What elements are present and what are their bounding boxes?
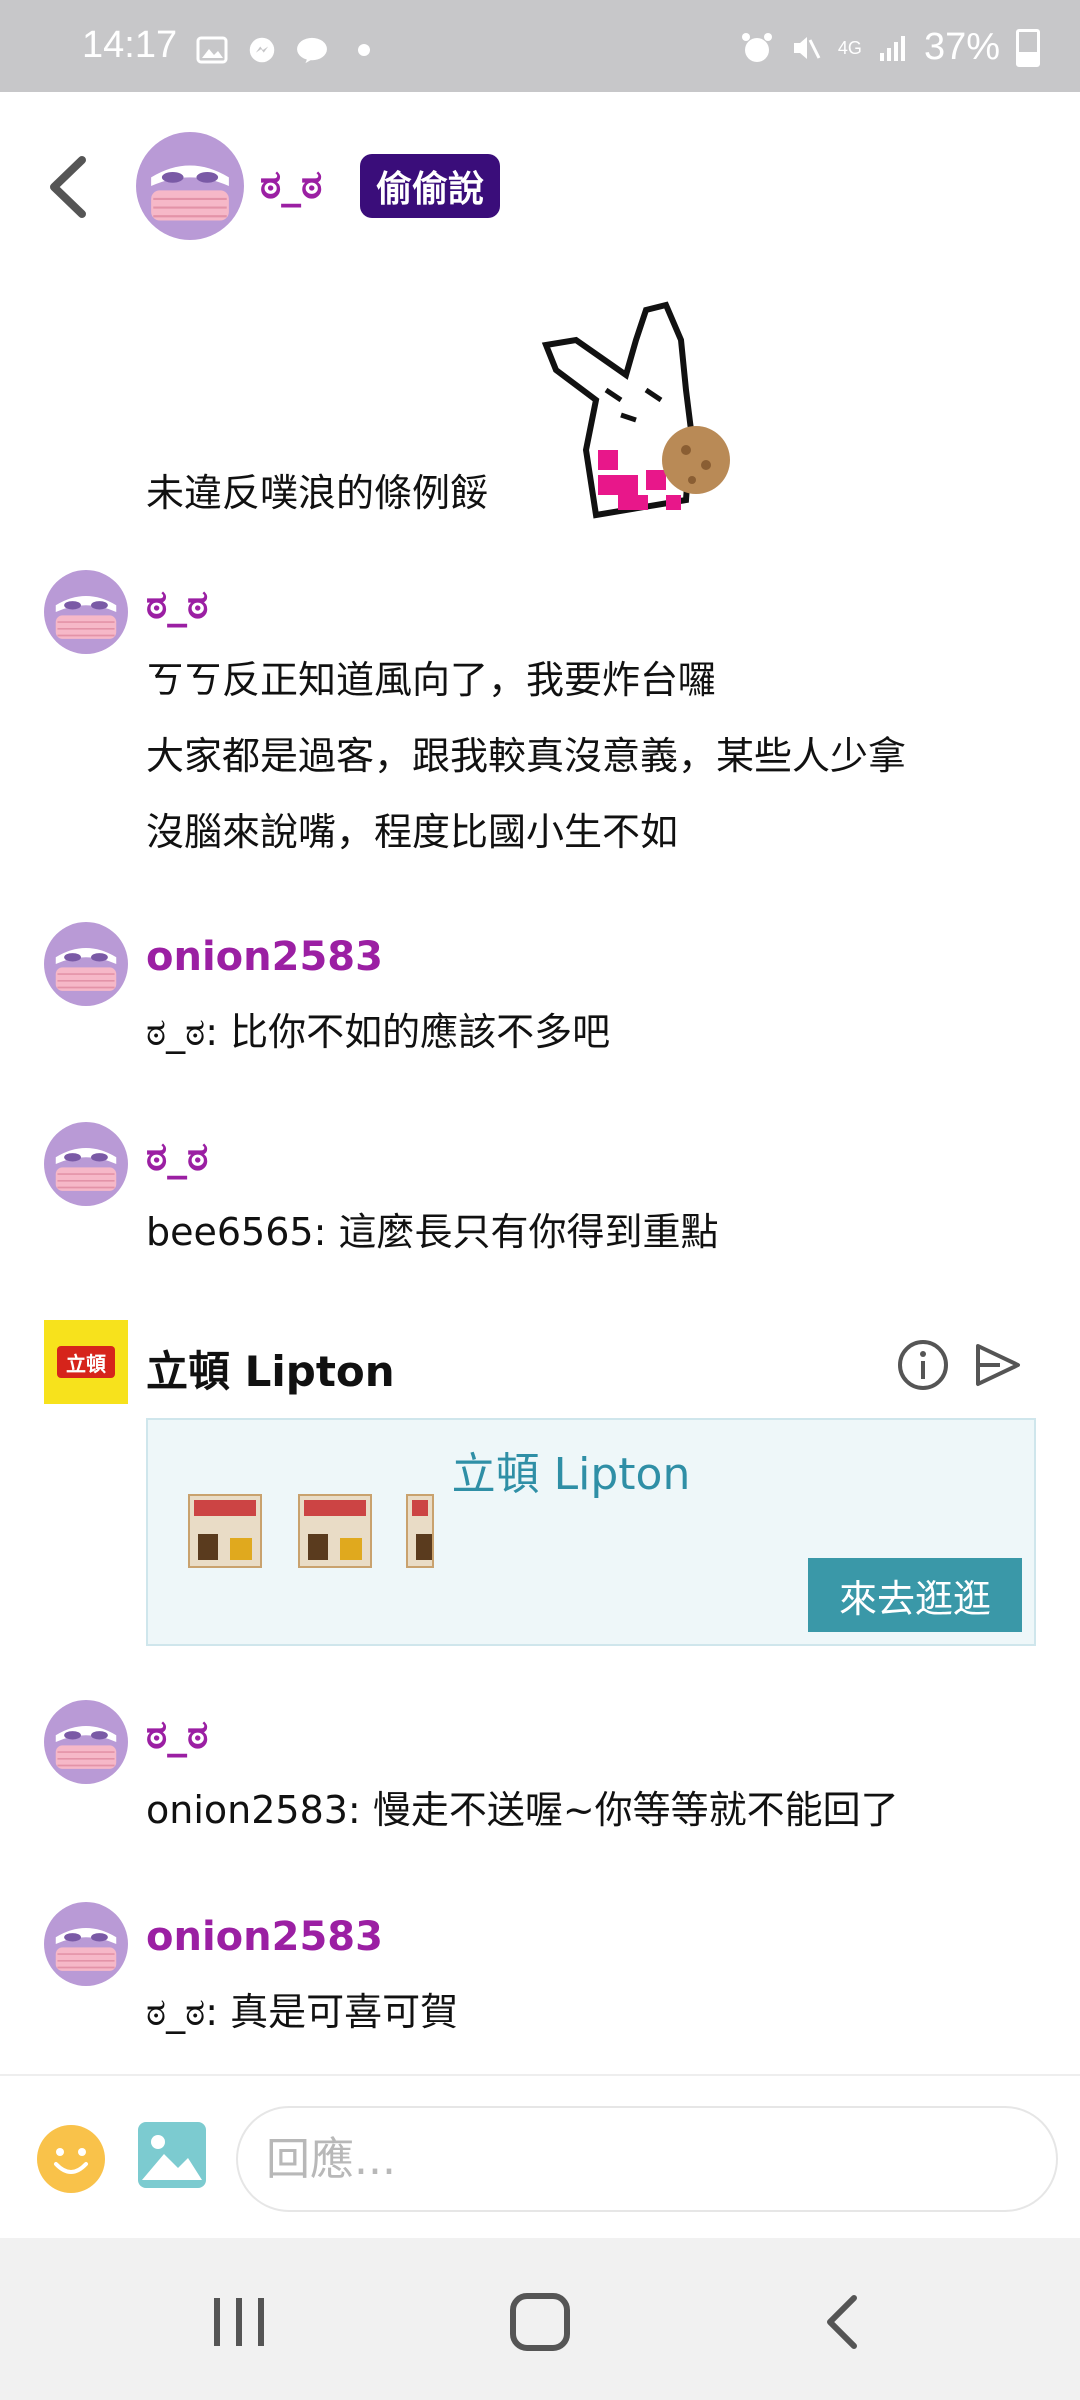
lipton-logo[interactable]: 立頓 — [44, 1320, 128, 1404]
responder-avatar[interactable] — [44, 1122, 128, 1206]
response-line: ㄎㄎ反正知道風向了，我要炸台囉 — [146, 658, 717, 702]
mute-icon — [793, 36, 821, 59]
ad-title[interactable]: 立頓 Lipton — [146, 1338, 395, 1399]
plurk-header: ಠ_ಠ 偷偷說 — [0, 92, 1080, 282]
line-icon — [297, 37, 327, 64]
battery-icon — [1016, 28, 1040, 67]
author-name[interactable]: ಠ_ಠ — [260, 162, 322, 208]
ad-info-icon[interactable] — [896, 1338, 950, 1392]
responder-avatar[interactable] — [44, 1700, 128, 1784]
response-text: ㄎㄎ反正知道風向了，我要炸台囉 大家都是過客，跟我較真沒意義，某些人少拿 沒腦來… — [146, 642, 906, 870]
response-text: ಠ_ಠ: 真是可喜可賀 — [146, 1974, 458, 2050]
ad-share-icon[interactable] — [970, 1338, 1026, 1392]
responder-name[interactable]: ಠ_ಠ — [146, 1712, 208, 1758]
visit-shop-button[interactable]: 來去逛逛 — [808, 1558, 1022, 1632]
messenger-icon — [249, 37, 275, 63]
response-line: bee6565: 這麼長只有你得到重點 — [146, 1210, 719, 1254]
response-line: ಠ_ಠ: 真是可喜可賀 — [146, 1990, 459, 2034]
product-thumbnail[interactable] — [406, 1494, 434, 1568]
anonymous-tag: 偷偷說 — [360, 154, 501, 218]
emoji-button[interactable] — [36, 2124, 106, 2194]
responder-avatar[interactable] — [44, 922, 128, 1006]
network-type: 4G — [837, 37, 862, 58]
responder-name[interactable]: onion2583 — [146, 934, 383, 980]
system-indicators: 4G 37% — [740, 26, 1040, 69]
battery-percent: 37% — [923, 26, 1000, 68]
system-nav-bar — [0, 2238, 1080, 2400]
response-item: ಠ_ಠ ㄎㄎ反正知道風向了，我要炸台囉 大家都是過客，跟我較真沒意義，某些人少拿… — [0, 570, 1080, 880]
response-line: ಠ_ಠ: 比你不如的應該不多吧 — [146, 1010, 611, 1054]
response-item: ಠ_ಠ bee6565: 這麼長只有你得到重點 — [0, 1122, 1080, 1272]
sponsored-ad: 立頓 立頓 Lipton 立頓 Lipton 來去逛逛 — [0, 1320, 1080, 1650]
response-item: onion2583 ಠ_ಠ: 比你不如的應該不多吧 — [0, 922, 1080, 1072]
notification-icons — [196, 36, 370, 64]
status-time: 14:17 — [82, 24, 178, 66]
plurk-text: 未違反噗浪的條例餒 — [146, 471, 489, 515]
reply-composer — [0, 2074, 1080, 2240]
product-thumbnail[interactable] — [188, 1494, 262, 1568]
response-line: 沒腦來說嘴，程度比國小生不如 — [146, 810, 679, 854]
responder-name[interactable]: ಠ_ಠ — [146, 582, 208, 628]
signal-icon — [879, 35, 905, 61]
response-text: bee6565: 這麼長只有你得到重點 — [146, 1194, 718, 1270]
response-item: onion2583 ಠ_ಠ: 真是可喜可賀 — [0, 1902, 1080, 2052]
gallery-icon — [196, 36, 228, 64]
back-button[interactable] — [40, 152, 100, 222]
responder-avatar[interactable] — [44, 1902, 128, 1986]
responder-name[interactable]: onion2583 — [146, 1914, 383, 1960]
author-avatar[interactable] — [136, 132, 244, 240]
more-notifications-dot — [358, 44, 370, 56]
reply-input[interactable] — [236, 2106, 1058, 2212]
product-thumbnail[interactable] — [298, 1494, 372, 1568]
lipton-logo-text: 立頓 — [57, 1346, 115, 1378]
response-text: onion2583: 慢走不送喔~你等等就不能回了 — [146, 1772, 899, 1848]
home-button[interactable] — [505, 2292, 575, 2352]
ad-card-title: 立頓 Lipton — [451, 1449, 691, 1500]
response-line: 大家都是過客，跟我較真沒意義，某些人少拿 — [146, 734, 907, 778]
image-upload-button[interactable] — [136, 2120, 208, 2190]
response-line: onion2583: 慢走不送喔~你等等就不能回了 — [146, 1788, 899, 1832]
recent-apps-button[interactable] — [204, 2292, 274, 2352]
responder-avatar[interactable] — [44, 570, 128, 654]
status-bar: 14:17 4G 37% — [0, 0, 1080, 92]
back-nav-button[interactable] — [808, 2292, 878, 2352]
rabbit-sticker-image — [541, 301, 730, 519]
response-item: ಠ_ಠ onion2583: 慢走不送喔~你等等就不能回了 — [0, 1700, 1080, 1850]
ad-card[interactable]: 立頓 Lipton 來去逛逛 — [146, 1418, 1036, 1646]
alarm-icon — [741, 32, 772, 62]
responder-name[interactable]: ಠ_ಠ — [146, 1134, 208, 1180]
response-text: ಠ_ಠ: 比你不如的應該不多吧 — [146, 994, 610, 1070]
